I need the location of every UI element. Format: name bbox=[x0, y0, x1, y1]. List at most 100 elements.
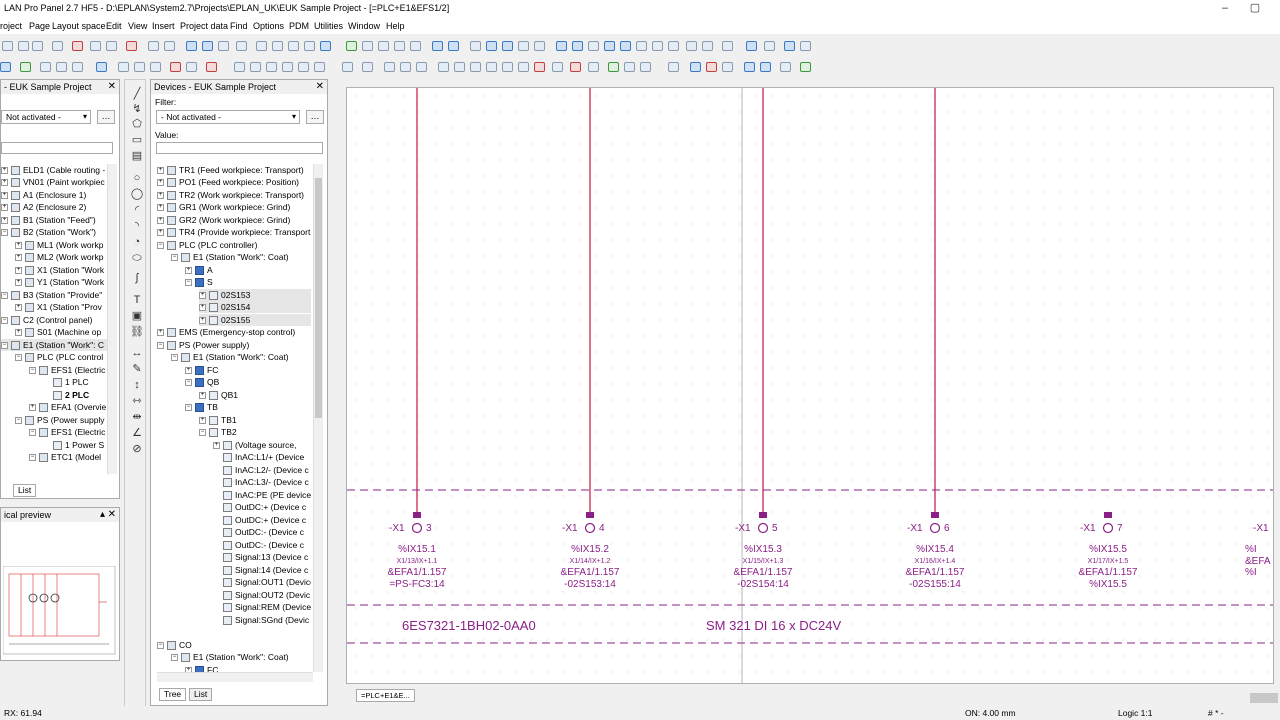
hyperlink-tool-icon[interactable]: ⛓ bbox=[130, 325, 144, 339]
tree-item[interactable]: − EFS1 (Electric bbox=[29, 426, 105, 438]
cable-icon[interactable] bbox=[134, 62, 145, 72]
page-new-icon[interactable] bbox=[272, 41, 283, 51]
tree-item[interactable]: + TR2 (Work workpiece: Transport) bbox=[157, 189, 304, 201]
tree-item[interactable]: + TB1 bbox=[199, 414, 237, 426]
print-icon[interactable] bbox=[32, 41, 43, 51]
tree-item[interactable]: − E1 (Station "Work": C bbox=[1, 339, 107, 351]
menu-insert[interactable]: Insert bbox=[152, 21, 175, 31]
device-scrollbar[interactable] bbox=[313, 164, 323, 672]
wire-j-icon[interactable] bbox=[588, 62, 599, 72]
maximize-button[interactable]: ▢ bbox=[1240, 2, 1270, 16]
zoom-out-icon[interactable] bbox=[394, 41, 405, 51]
menu-window[interactable]: Window bbox=[348, 21, 380, 31]
nav-value-field[interactable] bbox=[1, 142, 113, 154]
canvas-hscroll-thumb[interactable] bbox=[1250, 693, 1278, 703]
tree-item[interactable]: + X1 (Station "Work bbox=[15, 264, 104, 276]
close-icon[interactable]: ✕ bbox=[316, 80, 324, 94]
redo-icon[interactable] bbox=[202, 41, 213, 51]
grid-icon[interactable] bbox=[470, 41, 481, 51]
pen-tool-icon[interactable]: ✎ bbox=[130, 362, 144, 376]
polygon-tool-icon[interactable]: ⬠ bbox=[130, 117, 144, 131]
black-box-icon[interactable] bbox=[170, 62, 181, 72]
grid-e-icon[interactable] bbox=[572, 41, 583, 51]
cross-c-icon[interactable] bbox=[722, 62, 733, 72]
snap-mid-icon[interactable] bbox=[636, 41, 647, 51]
terminal-strip-icon[interactable] bbox=[400, 62, 411, 72]
tree-item[interactable]: − B2 (Station "Work") bbox=[1, 226, 96, 238]
tree-item[interactable]: + A2 (Enclosure 2) bbox=[1, 201, 86, 213]
sector-tool-icon[interactable]: ◔ bbox=[130, 235, 144, 249]
tree-item[interactable]: OutDC:- (Device c bbox=[223, 526, 304, 538]
device-tab-list[interactable]: List bbox=[189, 688, 213, 701]
device-hscrollbar[interactable] bbox=[157, 672, 313, 682]
dimension-a-tool-icon[interactable]: ⇿ bbox=[130, 394, 144, 408]
tree-item[interactable]: InAC:L2/- (Device c bbox=[223, 464, 309, 476]
snap-ortho-icon[interactable] bbox=[702, 41, 713, 51]
tree-item[interactable]: + GR1 (Work workpiece: Grind) bbox=[157, 201, 290, 213]
tree-item[interactable]: + ML1 (Work workp bbox=[15, 239, 103, 251]
tree-item[interactable]: + S01 (Machine op bbox=[15, 326, 101, 338]
tree-item[interactable]: OutDC:+ (Device c bbox=[223, 514, 306, 526]
image-tool-icon[interactable]: ▣ bbox=[130, 309, 144, 323]
dimension-tool-icon[interactable]: ↔ bbox=[130, 346, 144, 360]
page-forward-icon[interactable] bbox=[448, 41, 459, 51]
device-filter-select[interactable]: - Not activated - ▾ bbox=[156, 110, 300, 124]
snap-grid-icon[interactable] bbox=[486, 41, 497, 51]
spline-tool-icon[interactable]: ∫ bbox=[130, 271, 144, 285]
coil-icon[interactable] bbox=[266, 62, 277, 72]
polyline-tool-icon[interactable]: ↯ bbox=[130, 102, 144, 116]
tree-item[interactable]: − PLC (PLC control bbox=[15, 351, 103, 363]
tree-item[interactable]: InAC:PE (PE device bbox=[223, 489, 311, 501]
undo-icon[interactable] bbox=[186, 41, 197, 51]
tree-item[interactable]: − B3 (Station "Provide" bbox=[1, 289, 102, 301]
menu-pdm[interactable]: PDM bbox=[289, 21, 309, 31]
menu-edit[interactable]: Edit bbox=[106, 21, 122, 31]
tree-item[interactable]: − EFS1 (Electric bbox=[29, 364, 105, 376]
page-list-icon[interactable] bbox=[304, 41, 315, 51]
add-icon[interactable] bbox=[20, 62, 31, 72]
device-tab-tree[interactable]: Tree bbox=[159, 688, 187, 701]
cross-b-icon[interactable] bbox=[706, 62, 717, 72]
tree-item[interactable]: + ELD1 (Cable routing - bbox=[1, 164, 105, 176]
object-snap-icon[interactable] bbox=[604, 41, 615, 51]
tree-item[interactable]: Signal:OUT2 (Devic bbox=[223, 589, 310, 601]
pin-c-icon[interactable] bbox=[780, 62, 791, 72]
circle-3p-tool-icon[interactable]: ◯ bbox=[130, 187, 144, 201]
zoom-window-icon[interactable] bbox=[362, 41, 373, 51]
radius-dim-tool-icon[interactable]: ⊘ bbox=[130, 442, 144, 456]
arc-3p-tool-icon[interactable]: ◝ bbox=[130, 219, 144, 233]
open-icon[interactable] bbox=[2, 41, 13, 51]
tree-item[interactable]: + A bbox=[185, 264, 213, 276]
insert-arrow-icon[interactable] bbox=[668, 62, 679, 72]
plc-icon[interactable] bbox=[96, 62, 107, 72]
menu-project-data[interactable]: Project data bbox=[180, 21, 228, 31]
arc-tool-icon[interactable]: ◜ bbox=[130, 203, 144, 217]
menu-options[interactable]: Options bbox=[253, 21, 284, 31]
tree-item[interactable]: Signal:SGnd (Devic bbox=[223, 614, 309, 626]
grid-a-icon[interactable] bbox=[502, 41, 513, 51]
macro-icon[interactable] bbox=[342, 62, 353, 72]
cart-icon[interactable] bbox=[784, 41, 795, 51]
snap-end-icon[interactable] bbox=[652, 41, 663, 51]
tree-item[interactable]: +02S154 bbox=[199, 301, 311, 313]
zoom-in-icon[interactable] bbox=[378, 41, 389, 51]
nav-scrollbar[interactable] bbox=[107, 164, 117, 474]
snap-track-icon[interactable] bbox=[722, 41, 733, 51]
tree-item[interactable]: − E1 (Station "Work": Coat) bbox=[171, 351, 289, 363]
tree-item[interactable]: + Y1 (Station "Work bbox=[15, 276, 104, 288]
tree-item[interactable]: + FC bbox=[185, 664, 218, 672]
property-icon[interactable] bbox=[164, 41, 175, 51]
tree-item[interactable]: +02S153 bbox=[199, 289, 311, 301]
ellipse-tool-icon[interactable]: ⬭ bbox=[130, 251, 144, 265]
nav-filter-more-button[interactable]: … bbox=[97, 110, 115, 124]
schematic-canvas[interactable]: -X1 3 -X1 4 -X1 5 -X1 6 -X1 7 -X1 %IX15.… bbox=[346, 87, 1274, 684]
tree-item[interactable]: − C2 (Control panel) bbox=[1, 314, 92, 326]
tree-item[interactable]: + A1 (Enclosure 1) bbox=[1, 189, 86, 201]
wire-k-icon[interactable] bbox=[608, 62, 619, 72]
close-icon[interactable]: ✕ bbox=[108, 80, 116, 94]
device-icon[interactable] bbox=[234, 62, 245, 72]
wire-a-icon[interactable] bbox=[438, 62, 449, 72]
tree-item[interactable]: − E1 (Station "Work": Coat) bbox=[171, 251, 289, 263]
page-open-icon[interactable] bbox=[288, 41, 299, 51]
snap-line-icon[interactable] bbox=[668, 41, 679, 51]
